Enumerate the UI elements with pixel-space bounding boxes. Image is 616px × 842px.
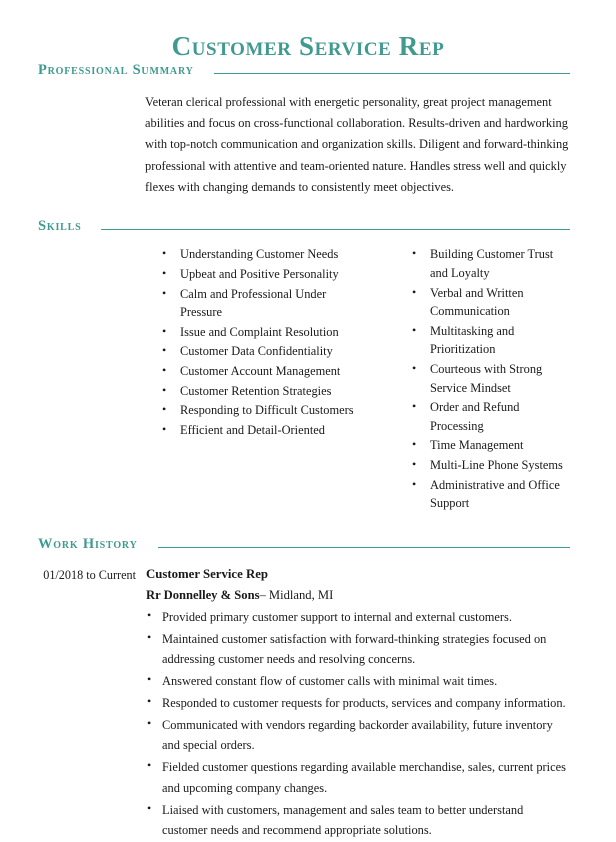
list-item: Administrative and Office Support [410, 475, 570, 513]
list-item: Upbeat and Positive Personality [160, 264, 365, 284]
list-item: Multi-Line Phone Systems [410, 455, 570, 475]
skills-columns: Understanding Customer Needs Upbeat and … [160, 244, 570, 514]
skills-column-right: Building Customer Trust and Loyalty Verb… [365, 244, 570, 514]
work-history-entry: 01/2018 to Current Customer Service Rep … [36, 565, 570, 842]
professional-summary-text: Veteran clerical professional with energ… [145, 94, 569, 194]
section-header-skills: Skills [38, 218, 570, 235]
list-item: Building Customer Trust and Loyalty [410, 244, 570, 282]
section-header-professional-summary: Professional Summary [38, 62, 570, 79]
skills-column-left: Understanding Customer Needs Upbeat and … [160, 244, 365, 514]
resume-page: Customer Service Rep Professional Summar… [0, 0, 616, 837]
job-company-line: Rr Donnelley & Sons– Midland, MI [146, 585, 570, 605]
list-item: Understanding Customer Needs [160, 244, 365, 264]
list-item: Responding to Difficult Customers [160, 400, 365, 420]
job-date-range: 01/2018 to Current [43, 567, 136, 582]
list-item: Verbal and Written Communication [410, 283, 570, 321]
page-title: Customer Service Rep [171, 31, 445, 61]
list-item: Issue and Complaint Resolution [160, 322, 365, 342]
list-item: Provided primary customer support to int… [146, 606, 570, 627]
section-header-work-history: Work History [38, 536, 570, 553]
skills-list-right: Building Customer Trust and Loyalty Verb… [410, 244, 570, 513]
list-item: Customer Retention Strategies [160, 381, 365, 401]
list-item: Calm and Professional Under Pressure [160, 284, 365, 322]
list-item: Customer Account Management [160, 361, 365, 381]
list-item: Responded to customer requests for produ… [146, 692, 570, 713]
section-divider [213, 72, 570, 74]
list-item: Courteous with Strong Service Mindset [410, 359, 570, 397]
section-title-skills: Skills [38, 218, 82, 235]
list-item: Fielded customer questions regarding ava… [146, 756, 570, 797]
section-divider [101, 229, 570, 231]
job-title: Customer Service Rep [146, 566, 269, 581]
list-item: Order and Refund Processing [410, 397, 570, 435]
job-responsibilities-list: Provided primary customer support to int… [146, 606, 570, 840]
list-item: Liaised with customers, management and s… [146, 799, 570, 840]
job-details: Customer Service Rep Rr Donnelley & Sons… [136, 565, 570, 842]
skills-list-left: Understanding Customer Needs Upbeat and … [160, 244, 365, 440]
list-item: Communicated with vendors regarding back… [146, 714, 570, 755]
section-title-work-history: Work History [38, 535, 138, 552]
section-divider [157, 546, 570, 548]
job-location: – Midland, MI [259, 587, 334, 602]
list-item: Multitasking and Prioritization [410, 321, 570, 359]
list-item: Customer Data Confidentiality [160, 341, 365, 361]
list-item: Efficient and Detail-Oriented [160, 420, 365, 440]
list-item: Maintained customer satisfaction with fo… [146, 628, 570, 669]
section-title-professional-summary: Professional Summary [38, 61, 194, 78]
job-company-name: Rr Donnelley & Sons [146, 587, 260, 602]
list-item: Answered constant flow of customer calls… [146, 670, 570, 691]
list-item: Time Management [410, 435, 570, 455]
